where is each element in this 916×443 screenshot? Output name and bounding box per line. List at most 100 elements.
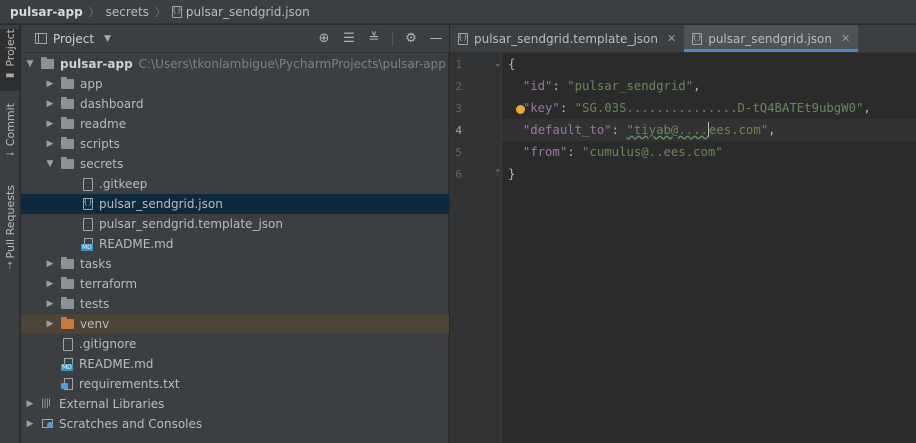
- tool-tab-project-label: Project: [3, 29, 17, 67]
- markdown-file-icon: [61, 357, 75, 371]
- chevron-down-icon[interactable]: ▼: [45, 159, 55, 169]
- gear-icon[interactable]: ⚙: [404, 31, 418, 46]
- left-tool-strip: Project ▬ Commit ⊸ Pull Requests ⇡: [0, 25, 20, 443]
- code-line-6: }: [508, 163, 515, 185]
- commit-icon: ⊸: [5, 149, 15, 161]
- tool-tab-pull-requests-label: Pull Requests: [3, 185, 17, 259]
- tree-item-tasks[interactable]: ▶ tasks: [21, 254, 449, 274]
- close-brace: }: [508, 167, 516, 181]
- line-number: 1: [455, 58, 462, 71]
- tree-item-label: README.md: [99, 237, 174, 251]
- folder-icon: [61, 117, 74, 129]
- code-line-1: {: [508, 53, 515, 75]
- tool-tab-commit[interactable]: Commit ⊸: [0, 103, 20, 165]
- folder-icon: [61, 277, 74, 289]
- tree-item-dashboard[interactable]: ▶ dashboard: [21, 94, 449, 114]
- folder-icon: ▬: [5, 69, 15, 81]
- collapse-all-icon[interactable]: ≚: [367, 31, 381, 46]
- tree-item-readme[interactable]: ▶ readme: [21, 114, 449, 134]
- breadcrumb-separator-icon: 〉: [154, 5, 166, 19]
- tab-pulsar-sendgrid-template[interactable]: pulsar_sendgrid.template_json ✕: [450, 25, 684, 52]
- locate-icon[interactable]: ⊕: [317, 31, 331, 46]
- tool-tab-project[interactable]: Project ▬: [0, 29, 20, 91]
- chevron-right-icon[interactable]: ▶: [45, 299, 55, 309]
- tree-item-terraform[interactable]: ▶ terraform: [21, 274, 449, 294]
- tree-item-label: pulsar_sendgrid.json: [99, 197, 223, 211]
- tree-item-scripts[interactable]: ▶ scripts: [21, 134, 449, 154]
- editor-tab-bar: pulsar_sendgrid.template_json ✕ pulsar_s…: [450, 25, 916, 53]
- tree-item-gitkeep[interactable]: .gitkeep: [21, 174, 449, 194]
- tree-item-label: secrets: [80, 157, 124, 171]
- breadcrumb-project[interactable]: pulsar-app: [10, 5, 83, 19]
- chevron-right-icon[interactable]: ▶: [45, 279, 55, 289]
- tree-item-label: .gitignore: [79, 337, 137, 351]
- tree-item-secrets-readme[interactable]: README.md: [21, 234, 449, 254]
- tree-item-pulsar-sendgrid-json[interactable]: pulsar_sendgrid.json: [21, 194, 449, 214]
- tool-tab-pull-requests[interactable]: Pull Requests ⇡: [0, 185, 20, 275]
- breadcrumb-file[interactable]: pulsar_sendgrid.json: [186, 5, 310, 19]
- tree-item-requirements[interactable]: requirements.txt: [21, 374, 449, 394]
- code-line-2: "id": "pulsar_sendgrid",: [522, 79, 701, 93]
- json-value: "tiyab@....: [626, 123, 708, 137]
- json-key: "from": [522, 145, 568, 159]
- chevron-right-icon[interactable]: ▶: [45, 119, 55, 129]
- tree-item-label: readme: [80, 117, 127, 131]
- close-icon[interactable]: ✕: [667, 32, 676, 45]
- tree-item-label: terraform: [80, 277, 138, 291]
- tree-item-pulsar-sendgrid-template[interactable]: pulsar_sendgrid.template_json: [21, 214, 449, 234]
- tree-item-secrets[interactable]: ▼ secrets: [21, 154, 449, 174]
- comma: ,: [768, 123, 776, 137]
- fold-open-icon[interactable]: ⌄: [494, 59, 502, 69]
- editor-gutter: 1 2 3 4 5 6 ⌄ ⌃: [450, 53, 502, 443]
- tab-pulsar-sendgrid-json[interactable]: pulsar_sendgrid.json ✕: [684, 25, 859, 52]
- chevron-right-icon[interactable]: ▶: [25, 419, 35, 429]
- toolbar-divider: [392, 31, 393, 46]
- navigation-bar: pulsar-app 〉 secrets 〉 pulsar_sendgrid.j…: [0, 0, 916, 24]
- tool-tab-commit-label: Commit: [3, 103, 17, 147]
- json-key: "default_to": [522, 123, 612, 137]
- tree-item-label: External Libraries: [59, 397, 165, 411]
- file-icon: [83, 217, 93, 231]
- json-value: "cumulus@..ees.com": [582, 145, 723, 159]
- tab-label: pulsar_sendgrid.json: [708, 31, 833, 46]
- expand-all-icon[interactable]: ☰: [342, 31, 356, 46]
- tree-item-label: dashboard: [80, 97, 144, 111]
- line-number: 4: [455, 124, 462, 137]
- tree-item-label: Scratches and Consoles: [59, 417, 203, 431]
- comma: ,: [693, 79, 701, 93]
- chevron-down-icon[interactable]: ▼: [25, 59, 35, 69]
- close-icon[interactable]: ✕: [841, 32, 850, 45]
- tree-item-app[interactable]: ▶ app: [21, 74, 449, 94]
- chevron-right-icon[interactable]: ▶: [45, 139, 55, 149]
- tree-item-label: tests: [80, 297, 110, 311]
- tree-item-label: tasks: [80, 257, 112, 271]
- chevron-right-icon[interactable]: ▶: [45, 319, 55, 329]
- chevron-right-icon[interactable]: ▶: [45, 259, 55, 269]
- line-number: 2: [455, 80, 462, 93]
- scratches-icon: [41, 418, 55, 430]
- chevron-down-icon[interactable]: ▼: [104, 34, 111, 44]
- project-panel-title[interactable]: Project: [53, 32, 94, 46]
- chevron-right-icon[interactable]: ▶: [45, 99, 55, 109]
- tree-item-tests[interactable]: ▶ tests: [21, 294, 449, 314]
- tab-label: pulsar_sendgrid.template_json: [474, 31, 658, 46]
- tree-item-external-libraries[interactable]: ▶ |||l External Libraries: [21, 394, 449, 414]
- tree-item-label: scripts: [80, 137, 120, 151]
- chevron-right-icon[interactable]: ▶: [45, 79, 55, 89]
- comma: ,: [863, 101, 871, 115]
- minimize-icon[interactable]: —: [429, 31, 443, 46]
- breadcrumb-folder[interactable]: secrets: [106, 5, 149, 19]
- tree-item-scratches[interactable]: ▶ Scratches and Consoles: [21, 414, 449, 434]
- tree-item-pulsar-app[interactable]: ▼ pulsar-app C:\Users\tkonlambigue\Pycha…: [21, 54, 449, 74]
- json-file-icon: [171, 5, 182, 18]
- tree-item-readme-md[interactable]: README.md: [21, 354, 449, 374]
- fold-close-icon[interactable]: ⌃: [494, 169, 502, 179]
- pull-request-icon: ⇡: [5, 261, 15, 273]
- code-line-3: "key": "SG.03S...............D-tQ4BATEt9…: [522, 101, 871, 115]
- tree-item-label: app: [80, 77, 103, 91]
- code-editor[interactable]: { "id": "pulsar_sendgrid", "key": "SG.03…: [502, 53, 916, 443]
- tree-item-gitignore[interactable]: .gitignore: [21, 334, 449, 354]
- chevron-right-icon[interactable]: ▶: [25, 399, 35, 409]
- tree-item-label: requirements.txt: [79, 377, 180, 391]
- tree-item-venv[interactable]: ▶ venv: [21, 314, 449, 334]
